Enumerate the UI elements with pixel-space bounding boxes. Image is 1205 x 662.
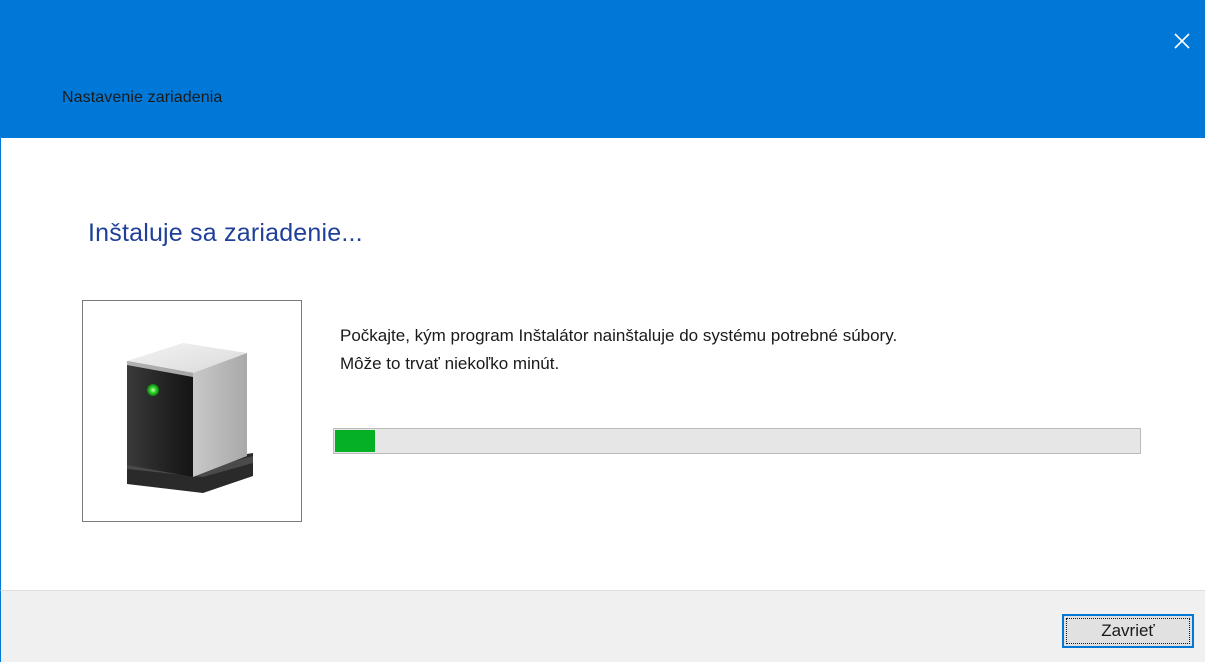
install-progress-bar — [333, 428, 1141, 454]
title-bar: Nastavenie zariadenia — [0, 0, 1205, 138]
window-close-button[interactable] — [1159, 18, 1205, 64]
device-icon — [127, 343, 253, 493]
device-setup-window: Nastavenie zariadenia Inštaluje sa zaria… — [0, 0, 1205, 662]
install-message-line-1: Počkajte, kým program Inštalátor nainšta… — [340, 326, 898, 345]
install-message-line-2: Môže to trvať niekoľko minút. — [340, 354, 560, 373]
install-message: Počkajte, kým program Inštalátor nainšta… — [340, 322, 1160, 378]
page-heading: Inštaluje sa zariadenie... — [88, 219, 363, 247]
close-button-label: Zavrieť — [1101, 621, 1155, 640]
install-progress-fill — [335, 430, 375, 452]
device-icon-frame — [82, 300, 302, 522]
close-icon — [1174, 33, 1190, 49]
close-button[interactable]: Zavrieť — [1062, 614, 1194, 648]
dialog-footer — [0, 590, 1205, 662]
window-title: Nastavenie zariadenia — [62, 89, 223, 106]
